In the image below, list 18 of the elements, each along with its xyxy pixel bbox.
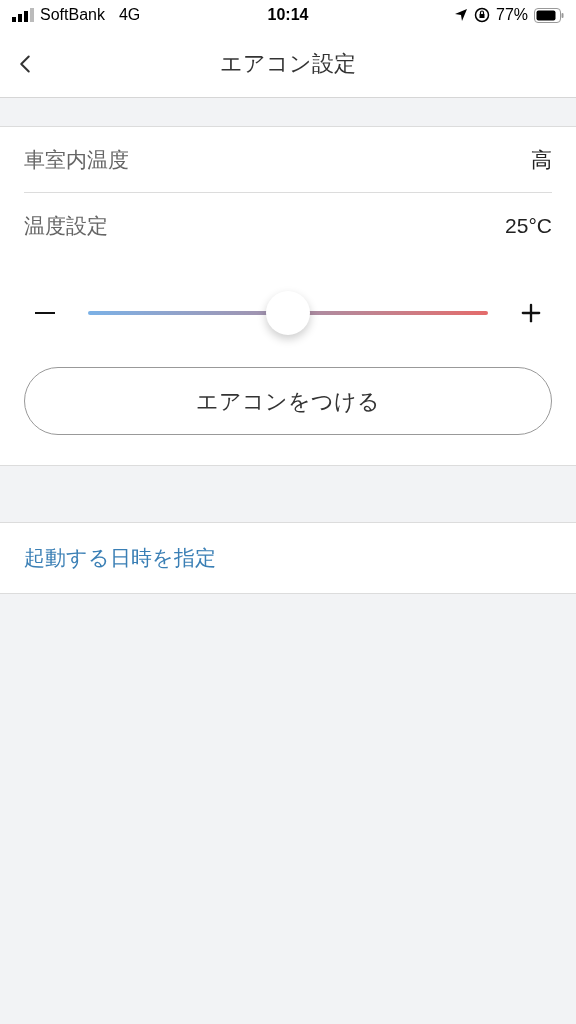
setting-value: 25°C: [505, 213, 552, 240]
screen-title: エアコン設定: [220, 50, 356, 78]
clock-time: 10:14: [267, 5, 309, 25]
setting-label: 車室内温度: [24, 146, 129, 173]
rotation-lock-icon: [474, 7, 490, 23]
battery-icon: [534, 7, 564, 23]
minus-icon: [35, 312, 55, 314]
network-type: 4G: [118, 5, 141, 25]
slider-thumb[interactable]: [266, 291, 310, 335]
temperature-slider[interactable]: [88, 291, 488, 335]
setting-value: 高: [531, 146, 552, 173]
battery-percent: 77%: [496, 5, 528, 25]
location-arrow-icon: [454, 8, 468, 22]
setting-label: 温度設定: [24, 213, 108, 240]
carrier-name: SoftBank: [40, 5, 105, 25]
schedule-link[interactable]: 起動する日時を指定: [24, 542, 216, 574]
air-conditioner-on-button[interactable]: エアコンをつける: [24, 367, 552, 435]
signal-icon: [12, 8, 34, 22]
